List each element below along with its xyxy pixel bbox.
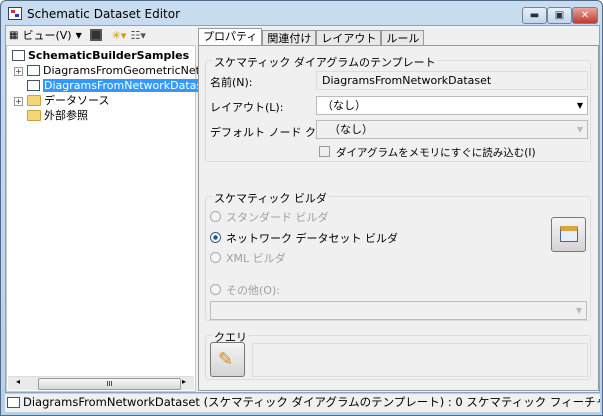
tree-item-label: DiagramsFromNetworkDataset (43, 79, 215, 92)
toolbar: ▦ ビュー(V) ▼ ✳▾ ☷▾ (6, 26, 196, 44)
view-menu[interactable]: ビュー(V) (22, 27, 71, 43)
list-options-icon[interactable]: ☷▾ (130, 29, 145, 42)
tab-rules[interactable]: ルール (381, 30, 425, 46)
template-icon (27, 65, 40, 76)
view-dropdown-icon[interactable]: ▼ (76, 31, 82, 40)
xml-builder-radio: XML ビルダ (210, 250, 286, 266)
load-memory-checkbox[interactable] (319, 146, 330, 157)
tree-item-label: データソース (44, 94, 110, 107)
tree-item[interactable]: 外部参照 (27, 109, 88, 123)
tree-item-label: 外部参照 (44, 109, 88, 122)
edit-query-button[interactable]: ✎ (210, 342, 245, 377)
layout-value: （なし） (322, 99, 366, 112)
builder-group: スケマティック ビルダ スタンダード ビルダ ネットワーク データセット ビルダ… (205, 190, 591, 321)
scroll-right-icon[interactable]: ▸ (182, 377, 186, 386)
add-icon[interactable]: ✳▾ (112, 29, 127, 42)
tree-view-icon[interactable]: ▦ (9, 30, 18, 41)
tree-view[interactable]: SchematicBuilderSamples + DiagramsFromGe… (6, 45, 227, 392)
layout-label: レイアウト(L): (210, 101, 284, 114)
template-icon (7, 397, 20, 408)
chevron-down-icon[interactable]: ▼ (577, 97, 583, 114)
tree-root[interactable]: SchematicBuilderSamples (12, 49, 189, 63)
tree-item[interactable]: DiagramsFromGeometricNetwork (27, 64, 227, 78)
template-icon (27, 80, 40, 91)
client-area: ▦ ビュー(V) ▼ ✳▾ ☷▾ SchematicBuilderSamples… (5, 25, 600, 393)
close-button[interactable]: ✕ (572, 7, 598, 24)
tree-item[interactable]: データソース (27, 94, 109, 108)
hand-properties-icon (560, 226, 578, 242)
tab-bar: プロパティ 関連付け レイアウト ルール (198, 28, 425, 46)
save-icon[interactable] (89, 29, 102, 41)
default-node-select: （なし） ▼ (316, 120, 588, 139)
folder-icon (27, 110, 41, 121)
expand-icon[interactable]: + (14, 97, 23, 106)
query-group: クエリ ✎ (205, 329, 591, 380)
layout-select[interactable]: （なし） ▼ (316, 96, 588, 115)
name-field: DiagramsFromNetworkDataset (316, 71, 588, 90)
name-label: 名前(N): (210, 76, 253, 89)
standard-builder-radio: スタンダード ビルダ (210, 209, 329, 225)
app-window: Schematic Dataset Editor ▬ ▣ ✕ ▦ ビュー(V) … (0, 0, 603, 416)
tab-layout[interactable]: レイアウト (316, 30, 382, 46)
status-text: DiagramsFromNetworkDataset (スケマティック ダイアグ… (23, 395, 600, 409)
properties-page: スケマティック ダイアグラムのテンプレート 名前(N): DiagramsFro… (198, 45, 599, 391)
other-builder-select: ▼ (210, 301, 587, 320)
tab-associations[interactable]: 関連付け (262, 30, 317, 46)
horizontal-scrollbar[interactable]: ◂ III ▸ (8, 376, 194, 390)
builder-properties-button[interactable] (551, 217, 586, 252)
other-builder-radio: その他(O): (210, 282, 280, 298)
template-group: スケマティック ダイアグラムのテンプレート 名前(N): DiagramsFro… (205, 54, 591, 162)
pencil-icon: ✎ (218, 349, 234, 370)
group-title: スケマティック ビルダ (212, 190, 329, 206)
expand-icon[interactable]: + (14, 67, 23, 76)
group-title: スケマティック ダイアグラムのテンプレート (212, 54, 438, 70)
tree-root-label: SchematicBuilderSamples (28, 49, 190, 62)
scroll-left-icon[interactable]: ◂ (16, 377, 20, 386)
load-memory-label: ダイアグラムをメモリにすぐに読み込む(I) (336, 147, 536, 159)
window-title: Schematic Dataset Editor (27, 7, 181, 21)
query-field[interactable] (252, 343, 588, 377)
default-node-value: （なし） (329, 123, 373, 136)
dataset-icon (12, 50, 25, 61)
minimize-button[interactable]: ▬ (522, 7, 547, 24)
tree-item-selected[interactable]: DiagramsFromNetworkDataset (27, 79, 215, 93)
app-icon (8, 7, 22, 20)
network-dataset-builder-radio[interactable]: ネットワーク データセット ビルダ (210, 230, 398, 246)
chevron-down-icon: ▼ (575, 306, 582, 315)
maximize-button[interactable]: ▣ (547, 7, 572, 24)
chevron-down-icon: ▼ (576, 125, 583, 134)
scroll-thumb[interactable]: III (38, 378, 181, 390)
status-bar: DiagramsFromNetworkDataset (スケマティック ダイアグ… (5, 394, 600, 412)
tab-properties[interactable]: プロパティ (198, 28, 263, 46)
folder-icon (27, 95, 41, 106)
